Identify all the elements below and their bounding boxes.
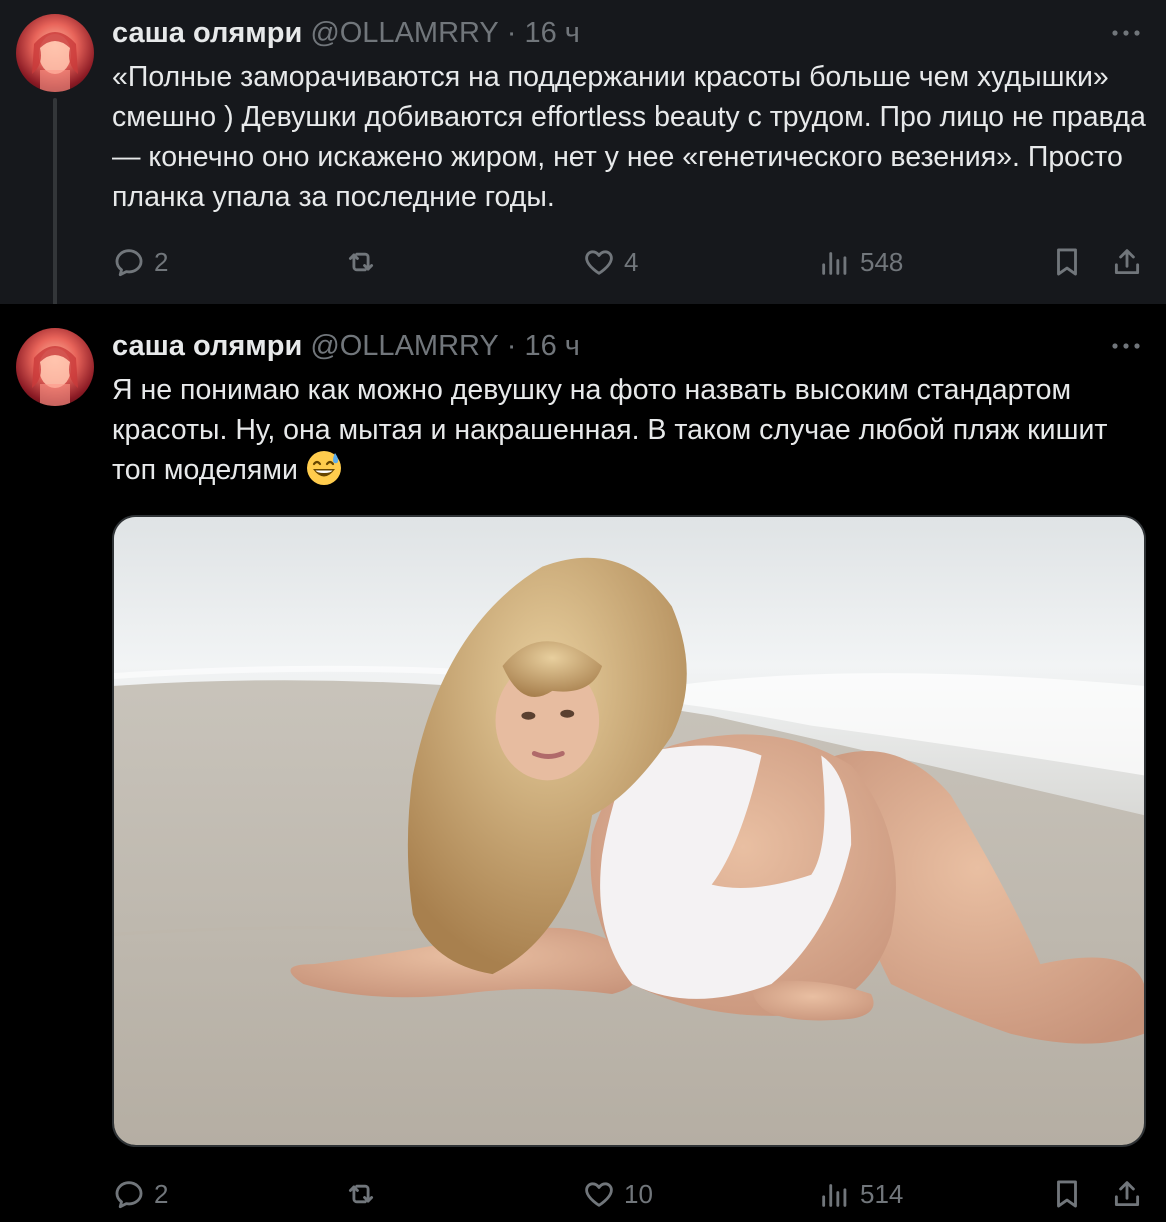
more-icon: [1112, 30, 1140, 36]
views-button[interactable]: 514: [818, 1170, 903, 1218]
more-options-button[interactable]: [1108, 15, 1144, 51]
views-icon: [822, 1184, 847, 1207]
grinning-face-with-sweat-icon: [306, 451, 341, 485]
author-name[interactable]: саша олямри: [112, 330, 302, 363]
repost-button[interactable]: [344, 238, 386, 286]
tweet-actions: 2 10 514: [112, 1170, 1152, 1218]
share-icon: [1114, 249, 1140, 275]
bookmark-icon: [1057, 1180, 1077, 1208]
like-button[interactable]: 4: [582, 238, 638, 286]
separator-dot: ·: [506, 329, 517, 362]
tweet[interactable]: саша олямри @OLLAMRRY · 16 ч «Полные зам…: [0, 0, 1166, 320]
bookmark-icon: [1057, 248, 1077, 276]
timestamp[interactable]: 16 ч: [524, 17, 579, 50]
separator-dot: ·: [506, 16, 517, 49]
tweet-text: «Полные заморачиваются на поддержании кр…: [112, 61, 1154, 213]
avatar[interactable]: [16, 328, 94, 406]
repost-icon: [348, 1184, 374, 1204]
share-button[interactable]: [1110, 238, 1144, 286]
reply-count: 2: [154, 1178, 169, 1209]
tweet-photo[interactable]: [112, 515, 1146, 1147]
heart-icon: [585, 250, 613, 275]
tweet[interactable]: саша олямри @OLLAMRRY · 16 ч Я не понима…: [0, 304, 1166, 1222]
author-handle[interactable]: @OLLAMRRY: [310, 330, 498, 363]
tweet-text: Я не понимаю как можно девушку на фото н…: [112, 370, 1152, 490]
repost-button[interactable]: [344, 1170, 386, 1218]
share-button[interactable]: [1110, 1170, 1144, 1218]
like-count: 10: [624, 1178, 653, 1209]
reply-count: 2: [154, 246, 169, 277]
timestamp[interactable]: 16 ч: [524, 330, 579, 363]
tweet-header: саша олямри @OLLAMRRY · 16 ч: [112, 328, 580, 364]
tweet-text-body: Я не понимаю как можно девушку на фото н…: [112, 374, 1116, 486]
thread-line: [53, 98, 57, 320]
views-button[interactable]: 548: [818, 238, 903, 286]
author-name[interactable]: саша олямри: [112, 17, 302, 50]
reply-icon: [115, 1181, 143, 1209]
tweet-header: саша олямри @OLLAMRRY · 16 ч: [112, 15, 580, 51]
view-count: 514: [860, 1178, 904, 1209]
reply-icon: [115, 249, 143, 277]
author-handle[interactable]: @OLLAMRRY: [310, 17, 498, 50]
reply-button[interactable]: 2: [112, 1170, 168, 1218]
more-icon: [1112, 343, 1140, 349]
view-count: 548: [860, 246, 904, 277]
avatar[interactable]: [16, 14, 94, 92]
like-button[interactable]: 10: [582, 1170, 653, 1218]
share-icon: [1114, 1181, 1140, 1207]
heart-icon: [585, 1182, 613, 1207]
reply-button[interactable]: 2: [112, 238, 168, 286]
more-options-button[interactable]: [1108, 328, 1144, 364]
bookmark-button[interactable]: [1050, 238, 1084, 286]
repost-icon: [348, 252, 374, 272]
beach-photo: [114, 517, 1144, 1145]
bookmark-button[interactable]: [1050, 1170, 1084, 1218]
tweet-actions: 2 4 548: [112, 238, 1152, 286]
views-icon: [822, 252, 847, 275]
like-count: 4: [624, 246, 639, 277]
